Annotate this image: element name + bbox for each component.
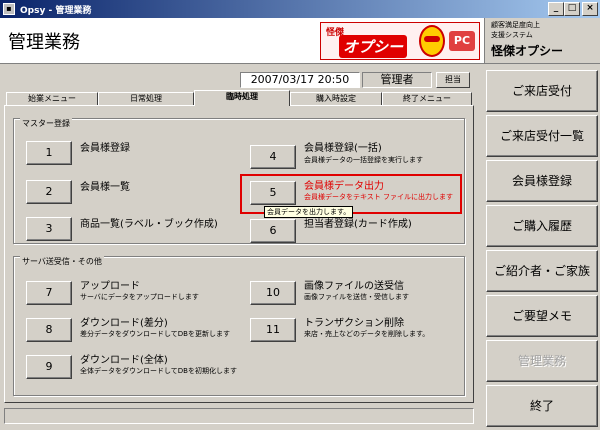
item-title-11: トランザクション削除 [304,318,404,329]
button-2[interactable]: 2 [26,180,72,204]
item-title-4: 会員様登録(一括) [304,143,382,154]
tantou-button[interactable]: 担当 [436,72,470,88]
tab-panel: マスター登録 1 会員様登録 2 会員様一覧 3 商品一覧(ラベル・ブック作成)… [4,105,474,403]
master-group-title: マスター登録 [20,118,72,129]
minimize-icon[interactable]: _ [548,2,564,16]
close-icon[interactable]: × [582,2,598,16]
main-area: 2007/03/17 20:50 管理者 担当 始業メニュー 日常処理 臨時処理… [0,64,482,430]
button-3[interactable]: 3 [26,217,72,241]
mask-hero-icon [419,25,445,57]
button-7[interactable]: 7 [26,281,72,305]
menu-admin: 管理業務 [486,340,598,382]
item-title-5: 会員様データ出力 [304,181,384,192]
item-desc-5: 会員様データをテキスト ファイルに出力します [304,193,454,201]
item-title-1: 会員様登録 [80,143,130,154]
tab-strip: 始業メニュー 日常処理 臨時処理 購入時設定 終了メニュー [6,90,472,106]
item-desc-7: サーバにデータをアップロードします [80,293,199,301]
button-1[interactable]: 1 [26,141,72,165]
server-group: サーバ送受信・その他 7 アップロード サーバにデータをアップロードします 8 … [13,256,465,396]
server-group-title: サーバ送受信・その他 [20,256,104,267]
item-desc-4: 会員様データの一括登録を実行します [304,156,423,164]
datetime-display: 2007/03/17 20:50 [240,72,360,88]
user-display: 管理者 [362,72,432,88]
system-line2: 支援システム [491,31,533,39]
item-title-10: 画像ファイルの送受信 [304,281,404,292]
menu-member-registration[interactable]: 会員様登録 [486,160,598,202]
button-8[interactable]: 8 [26,318,72,342]
system-line1: 顧客満足度向上 [491,21,540,29]
system-name: 怪傑オプシー [491,44,564,58]
menu-purchase-history[interactable]: ご購入履歴 [486,205,598,247]
menu-visit-list[interactable]: ご来店受付一覧 [486,115,598,157]
tab-temporary[interactable]: 臨時処理 [194,90,290,106]
app-icon[interactable]: ▪ [3,3,15,15]
logo-brand-text: オプシー [339,35,408,58]
window-title: Opsy - 管理業務 [20,6,92,16]
button-9[interactable]: 9 [26,355,72,379]
item-title-7: アップロード [80,281,140,292]
menu-exit[interactable]: 終了 [486,385,598,427]
button-10[interactable]: 10 [250,281,296,305]
button-5[interactable]: 5 [250,181,296,205]
item-title-2: 会員様一覧 [80,182,130,193]
item-desc-8: 差分データをダウンロードしてDBを更新します [80,330,230,338]
button-4[interactable]: 4 [250,145,296,169]
item-desc-9: 全体データをダウンロードしてDBを初期化します [80,367,237,375]
side-menu: ご来店受付 ご来店受付一覧 会員様登録 ご購入履歴 ご紹介者・ご家族 ご要望メモ… [484,64,600,430]
tab-purchase-settings[interactable]: 購入時設定 [290,92,382,106]
maximize-icon[interactable]: □ [564,2,580,16]
header: 管理業務 怪傑 オプシー PC 顧客満足度向上 支援システム 怪傑オプシー [0,18,600,64]
system-name-box: 顧客満足度向上 支援システム 怪傑オプシー [484,18,600,63]
button-11[interactable]: 11 [250,318,296,342]
item-title-9: ダウンロード(全体) [80,355,168,366]
tab-start-menu[interactable]: 始業メニュー [6,92,98,106]
menu-visit-reception[interactable]: ご来店受付 [486,70,598,112]
item-title-3: 商品一覧(ラベル・ブック作成) [80,219,218,230]
page-title: 管理業務 [8,32,80,53]
item-desc-11: 来店・売上などのデータを削除します。 [304,330,430,338]
tab-daily[interactable]: 日常処理 [98,92,194,106]
item-title-6: 担当者登録(カード作成) [304,219,412,230]
tab-end-menu[interactable]: 終了メニュー [382,92,472,106]
item-desc-10: 画像ファイルを送信・受信します [304,293,409,301]
status-bar [4,408,474,424]
pc-badge: PC [449,31,475,51]
button-6[interactable]: 6 [250,219,296,243]
opsy-logo: 怪傑 オプシー PC [320,22,480,60]
master-group: マスター登録 1 会員様登録 2 会員様一覧 3 商品一覧(ラベル・ブック作成)… [13,118,465,244]
menu-referrer-family[interactable]: ご紹介者・ご家族 [486,250,598,292]
title-bar: ▪ Opsy - 管理業務 _ □ × [0,0,600,18]
menu-request-memo[interactable]: ご要望メモ [486,295,598,337]
item-title-8: ダウンロード(差分) [80,318,168,329]
